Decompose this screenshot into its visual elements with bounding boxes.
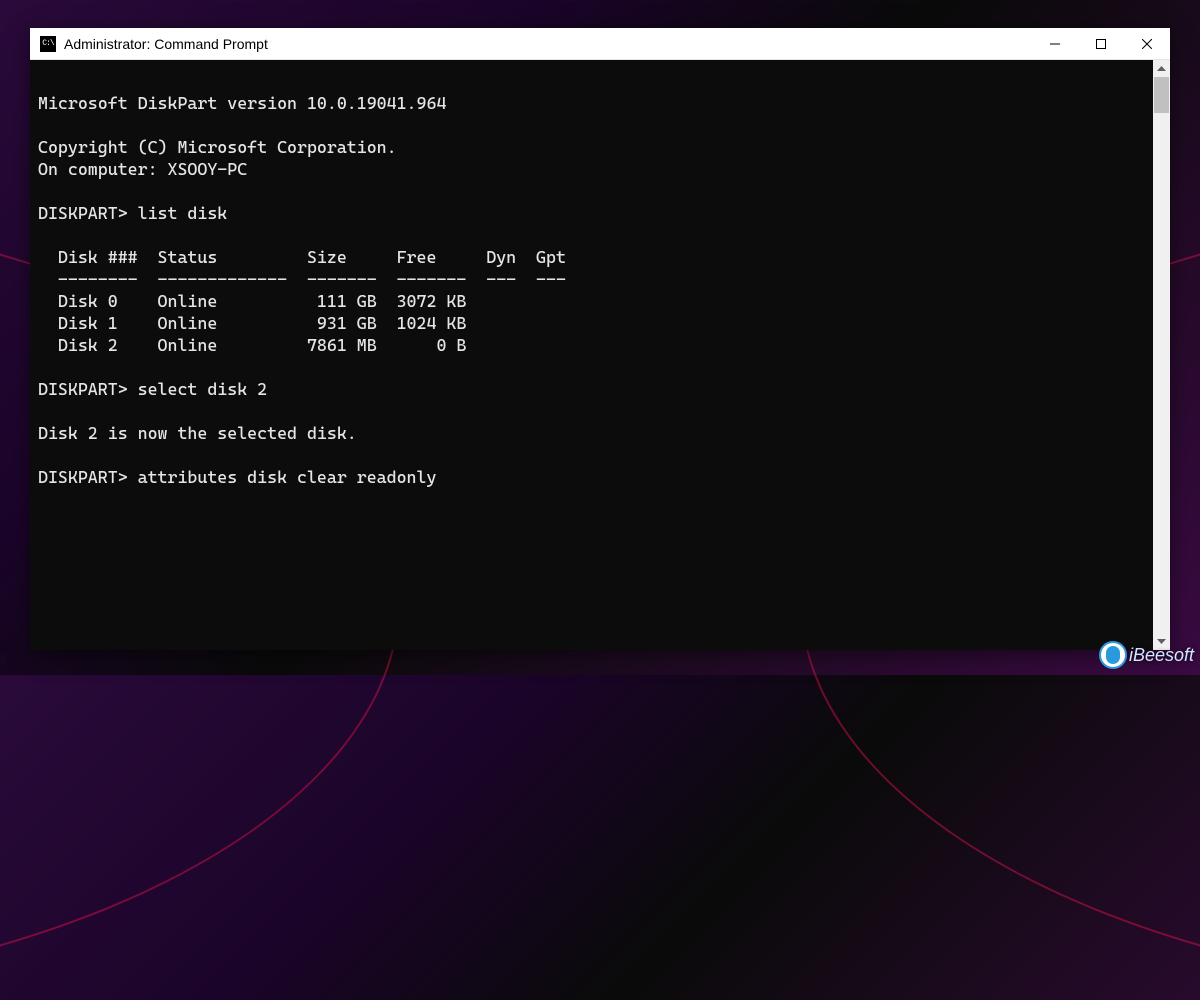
terminal-line: Disk 2 is now the selected disk.: [38, 423, 357, 443]
minimize-button[interactable]: [1032, 28, 1078, 60]
command-prompt-window: C:\ Administrator: Command Prompt Micros…: [30, 28, 1170, 650]
close-icon: [1142, 39, 1152, 49]
window-title: Administrator: Command Prompt: [64, 36, 268, 52]
terminal-line: Copyright (C) Microsoft Corporation.: [38, 137, 397, 157]
vertical-scrollbar[interactable]: [1153, 60, 1170, 650]
terminal-output[interactable]: Microsoft DiskPart version 10.0.19041.96…: [30, 60, 1153, 650]
maximize-button[interactable]: [1078, 28, 1124, 60]
terminal-line: Disk 1 Online 931 GB 1024 KB: [38, 313, 466, 333]
terminal-line: On computer: XSOOY-PC: [38, 159, 247, 179]
watermark: iBeesoft: [1099, 641, 1194, 669]
terminal-line: Disk 2 Online 7861 MB 0 B: [38, 335, 466, 355]
scroll-track[interactable]: [1153, 77, 1170, 633]
titlebar[interactable]: C:\ Administrator: Command Prompt: [30, 28, 1170, 60]
client-area: Microsoft DiskPart version 10.0.19041.96…: [30, 60, 1170, 650]
terminal-line: Microsoft DiskPart version 10.0.19041.96…: [38, 93, 446, 113]
chevron-up-icon: [1157, 66, 1166, 71]
terminal-line: DISKPART> select disk 2: [38, 379, 267, 399]
minimize-icon: [1050, 39, 1060, 49]
cmd-icon: C:\: [40, 36, 56, 52]
terminal-line: DISKPART> list disk: [38, 203, 227, 223]
terminal-line: DISKPART> attributes disk clear readonly: [38, 467, 436, 487]
terminal-line: Disk 0 Online 111 GB 3072 KB: [38, 291, 466, 311]
maximize-icon: [1096, 39, 1106, 49]
terminal-line: -------- ------------- ------- ------- -…: [38, 269, 566, 289]
close-button[interactable]: [1124, 28, 1170, 60]
watermark-logo-icon: [1099, 641, 1127, 669]
scroll-thumb[interactable]: [1154, 77, 1169, 113]
watermark-text: iBeesoft: [1129, 645, 1194, 666]
scroll-up-button[interactable]: [1153, 60, 1170, 77]
terminal-line: Disk ### Status Size Free Dyn Gpt: [38, 247, 566, 267]
